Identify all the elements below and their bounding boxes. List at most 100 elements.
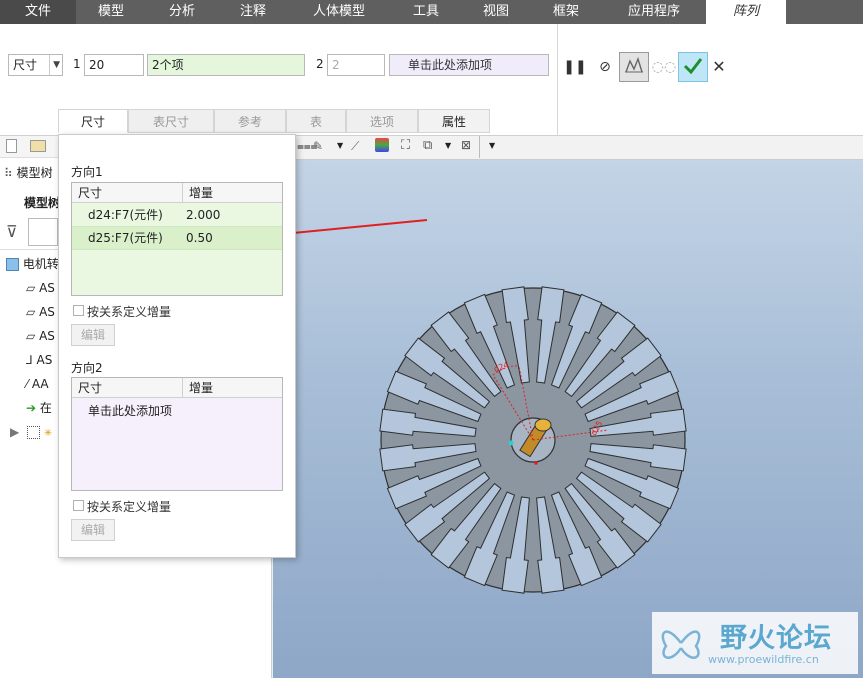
verify-model-icon (625, 56, 643, 73)
direction1-table[interactable]: 尺寸 增量 d24:F7(元件) 2.000 d25:F7(元件) 0.50 (71, 182, 283, 296)
star-icon: ✳ (43, 428, 53, 439)
model-tree-subheader[interactable]: 模型树 (24, 192, 60, 214)
verify-preview-button[interactable] (619, 52, 649, 82)
watermark: 野火论坛 www.proewildfire.cn (652, 612, 858, 674)
dir2-items-collector[interactable]: 单击此处添加项 (389, 54, 549, 76)
glasses-preview-button[interactable]: ◌◌ (651, 54, 677, 80)
named-view-icon[interactable]: ⛶ (401, 138, 410, 153)
menu-tab-tools[interactable]: 工具 (390, 0, 462, 24)
glasses-icon: ◌◌ (651, 59, 677, 75)
table-row-selected[interactable]: d25:F7(元件) 0.50 (72, 226, 282, 250)
menu-tab-file[interactable]: 文件 (0, 0, 76, 24)
display-style-icon[interactable]: ⧉ (423, 138, 432, 153)
column-dimension: 尺寸 (72, 183, 183, 203)
graphics-viewport[interactable]: d24 d25 (273, 160, 863, 678)
menu-tab-applications[interactable]: 应用程序 (602, 0, 706, 24)
tree-structure-icon: ⠷ (4, 166, 13, 180)
dir1-count-input[interactable]: 20 (84, 54, 144, 76)
ok-button[interactable] (678, 52, 708, 82)
tree-pattern-row[interactable]: ▶ ✳ (10, 421, 52, 443)
menu-tab-pattern[interactable]: 阵列 (706, 0, 786, 24)
dir1-items-collector[interactable]: 2个项 (147, 54, 305, 76)
brand-url: www.proewildfire.cn (708, 653, 819, 666)
appearance-icon[interactable] (375, 138, 389, 152)
datum-display-icon[interactable]: ⊠ (461, 138, 471, 152)
chevron-down-icon[interactable]: ▼ (489, 141, 495, 150)
datum-axis-icon: ⁄ (26, 377, 29, 391)
tree-root-label: 电机转 (22, 257, 59, 271)
datum-plane-icon: ▱ (26, 305, 36, 319)
insert-here-arrow-icon: ➔ (26, 401, 37, 415)
no-preview-button[interactable]: ⊘ (592, 54, 618, 80)
cancel-button[interactable]: ✕ (706, 54, 732, 80)
tree-item[interactable]: ▱ AS (26, 277, 55, 299)
stator-model[interactable]: d24 d25 (273, 160, 863, 678)
tree-item-label: AA (31, 377, 49, 391)
tree-item[interactable]: ⅃ AS (26, 349, 52, 371)
close-icon: ✕ (712, 57, 726, 76)
tree-item[interactable]: ▱ AS (26, 301, 55, 323)
tree-item[interactable]: ⁄ AA (26, 373, 49, 395)
dir1-relation-checkbox[interactable] (73, 305, 84, 316)
column-increment: 增量 (183, 183, 282, 203)
checkmark-icon (683, 58, 703, 75)
subtab-options[interactable]: 选项 (346, 109, 418, 133)
filter-icon[interactable]: ⊽ (6, 222, 18, 241)
menu-tab-manikin[interactable]: 人体模型 (288, 0, 390, 24)
increment-cell[interactable]: 2.000 (186, 204, 220, 226)
pattern-icon (27, 426, 41, 439)
table-row[interactable]: d24:F7(元件) 2.000 (72, 204, 282, 226)
menu-tab-analysis[interactable]: 分析 (146, 0, 218, 24)
add-item-placeholder[interactable]: 单击此处添加项 (88, 400, 172, 422)
column-dimension: 尺寸 (72, 378, 183, 398)
tree-item[interactable]: ▱ AS (26, 325, 55, 347)
tree-item[interactable]: ➔ 在 (26, 397, 52, 419)
direction2-title: 方向2 (71, 361, 103, 375)
menu-tab-model[interactable]: 模型 (76, 0, 146, 24)
dir2-index-label: 2 (316, 57, 324, 71)
graphics-toolbar: ⩶ ✎ ▼ ⟋ ⛶ ⧉ ▼ ⊠ ▼ (273, 136, 863, 160)
new-file-icon[interactable] (6, 139, 17, 153)
toolbar-divider (479, 136, 480, 158)
menu-tab-framework[interactable]: 框架 (530, 0, 602, 24)
dir2-relation-checkbox[interactable] (73, 500, 84, 511)
subtab-dimensions[interactable]: 尺寸 (58, 109, 128, 133)
dir2-relation-label: 按关系定义增量 (87, 500, 172, 514)
dir1-edit-button[interactable]: 编辑 (71, 324, 115, 346)
datum-plane-icon: ▱ (26, 281, 36, 295)
datum-plane-icon: ▱ (26, 329, 36, 343)
chevron-down-icon: ▼ (49, 55, 60, 75)
menu-tab-view[interactable]: 视图 (462, 0, 530, 24)
model-tree-header[interactable]: ⠷ 模型树 (4, 162, 53, 184)
dir1-index-label: 1 (73, 57, 81, 71)
pattern-type-select[interactable]: 尺寸 ▼ (8, 54, 63, 76)
dimension-cell: d24:F7(元件) (88, 208, 163, 222)
direction2-table[interactable]: 尺寸 增量 单击此处添加项 (71, 377, 283, 491)
coordinate-system-icon: ⅃ (26, 353, 33, 367)
subtab-table[interactable]: 表 (286, 109, 346, 133)
tree-item-label: 在 (39, 401, 52, 415)
subtab-properties[interactable]: 属性 (418, 109, 490, 133)
chevron-down-icon[interactable]: ▼ (337, 141, 343, 150)
chevron-down-icon[interactable]: ▼ (445, 141, 451, 150)
tree-item-label: AS (39, 305, 55, 319)
dir2-edit-button[interactable]: 编辑 (71, 519, 115, 541)
tree-search-input[interactable] (28, 218, 58, 246)
menu-tab-annotate[interactable]: 注释 (218, 0, 288, 24)
ruler-icon[interactable]: ⟋ (351, 139, 359, 154)
subtab-table-dimensions[interactable]: 表尺寸 (128, 109, 214, 133)
tree-root-row[interactable]: 电机转 (6, 253, 59, 275)
part-icon (6, 258, 19, 271)
open-folder-icon[interactable] (30, 140, 46, 152)
prohibit-icon: ⊘ (599, 59, 611, 75)
increment-cell[interactable]: 0.50 (186, 227, 213, 249)
tree-item-label: AS (39, 281, 55, 295)
pause-button[interactable]: ❚❚ (562, 54, 588, 80)
subtab-references[interactable]: 参考 (214, 109, 286, 133)
dir2-count-input[interactable]: 2 (327, 54, 385, 76)
dir1-relation-label: 按关系定义增量 (87, 305, 172, 319)
measure-icon[interactable]: ✎ (313, 139, 323, 153)
column-increment: 增量 (183, 378, 282, 398)
model-tree-title: 模型树 (16, 166, 53, 180)
tree-item-label: AS (36, 353, 53, 367)
